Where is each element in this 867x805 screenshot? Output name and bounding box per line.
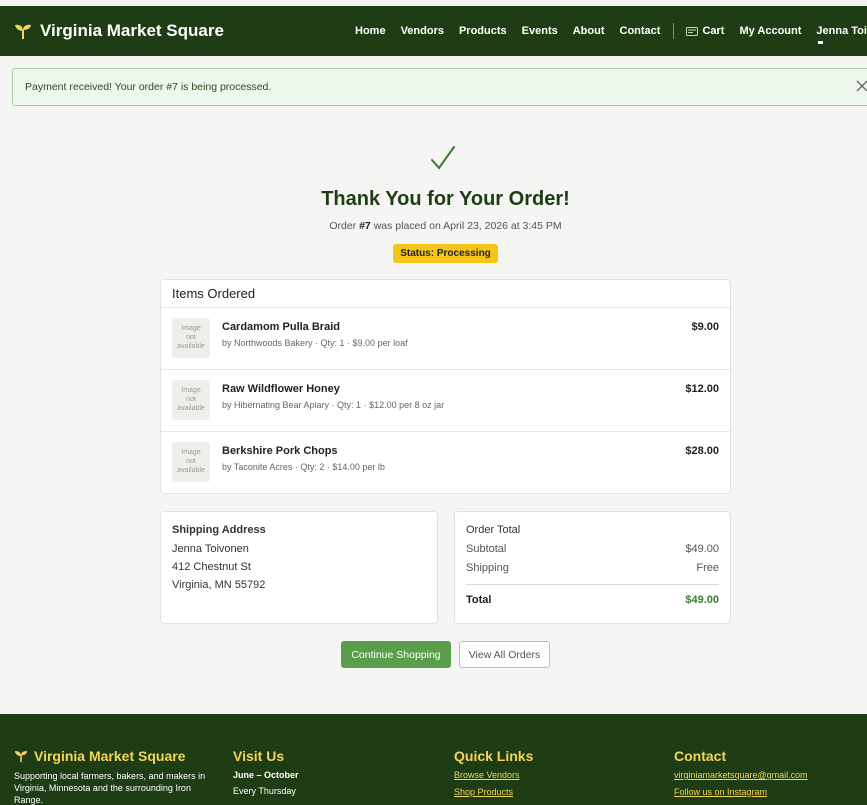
shipping-address-card: Shipping Address Jenna Toivonen 412 Ches…: [160, 511, 438, 624]
shipping-city: Virginia, MN 55792: [172, 579, 266, 591]
items-ordered-card: Items Ordered Image not available Cardam…: [160, 279, 731, 494]
footer-visit-day: Every Thursday: [233, 786, 296, 796]
order-item-row: Image not available Berkshire Pork Chops…: [161, 432, 730, 494]
cart-icon: [686, 26, 699, 36]
nav-about[interactable]: About: [573, 25, 605, 37]
subtotal-value: $49.00: [685, 543, 719, 555]
footer-email-link[interactable]: virginiamarketsquare@gmail.com: [674, 770, 864, 780]
order-prefix: Order: [329, 220, 360, 232]
nav-contact[interactable]: Contact: [620, 25, 661, 37]
footer: Virginia Market Square Supporting local …: [0, 714, 867, 805]
nav-home[interactable]: Home: [355, 25, 386, 37]
footer-about: Virginia Market Square Supporting local …: [14, 748, 214, 805]
total-divider: [466, 584, 719, 585]
shipping-street: 412 Chestnut St: [172, 561, 251, 573]
order-item-row: Image not available Raw Wildflower Honey…: [161, 370, 730, 432]
order-total-heading: Order Total: [466, 524, 521, 536]
shipping-row: Shipping Free: [466, 562, 719, 574]
footer-visit-season: June – October: [233, 770, 299, 780]
footer-visit: Visit Us June – October Every Thursday: [233, 748, 413, 797]
item-meta: by Northwoods Bakery · Qty: 1 · $9.00 pe…: [222, 338, 408, 348]
nav-events[interactable]: Events: [522, 25, 558, 37]
order-total-card: Order Total Subtotal $49.00 Shipping Fre…: [454, 511, 731, 624]
nav-products[interactable]: Products: [459, 25, 507, 37]
nav-cart-label: Cart: [702, 25, 725, 37]
item-name[interactable]: Cardamom Pulla Braid: [222, 321, 340, 333]
footer-instagram-link[interactable]: Follow us on Instagram: [674, 787, 864, 797]
shipping-name: Jenna Toivonen: [172, 543, 249, 555]
item-name[interactable]: Raw Wildflower Honey: [222, 383, 340, 395]
nav-vendors[interactable]: Vendors: [401, 25, 444, 37]
item-price: $9.00: [691, 321, 719, 333]
footer-brand: Virginia Market Square: [14, 748, 214, 764]
order-date: was placed on April 23, 2026 at 3:45 PM: [370, 220, 562, 232]
continue-shopping-button[interactable]: Continue Shopping: [341, 641, 451, 668]
brand-logo[interactable]: Virginia Market Square: [14, 21, 224, 41]
close-icon[interactable]: [855, 79, 867, 93]
nav-user-menu[interactable]: Jenna Toivonen: [816, 25, 867, 44]
total-label: Total: [466, 594, 492, 606]
footer-visit-heading: Visit Us: [233, 748, 285, 764]
alert-message: Payment received! Your order #7 is being…: [25, 81, 272, 93]
sprout-icon: [15, 24, 31, 39]
footer-links-heading: Quick Links: [454, 748, 534, 764]
item-meta: by Hibernating Bear Apiary · Qty: 1 · $1…: [222, 400, 445, 410]
brand-name: Virginia Market Square: [40, 21, 224, 40]
page-title: Thank You for Your Order!: [321, 188, 570, 210]
navbar: Virginia Market Square Home Vendors Prod…: [0, 6, 867, 56]
footer-link-products[interactable]: Shop Products: [454, 787, 634, 797]
checkmark-icon: [431, 146, 455, 170]
total-value: $49.00: [685, 594, 719, 606]
footer-quick-links: Quick Links Browse Vendors Shop Products: [454, 748, 634, 804]
item-name[interactable]: Berkshire Pork Chops: [222, 445, 338, 457]
total-row: Total $49.00: [466, 594, 719, 606]
nav-cart[interactable]: Cart: [686, 25, 724, 37]
sprout-icon: [14, 751, 28, 763]
order-summary-line: Order #7 was placed on April 23, 2026 at…: [0, 220, 867, 232]
order-item-row: Image not available Cardamom Pulla Braid…: [161, 308, 730, 370]
footer-about-text: Supporting local farmers, bakers, and ma…: [14, 771, 206, 805]
shipping-label: Shipping: [466, 562, 509, 574]
nav-my-account[interactable]: My Account: [739, 25, 801, 37]
view-all-orders-button[interactable]: View All Orders: [459, 641, 550, 668]
order-number: #7: [359, 220, 371, 232]
footer-contact-heading: Contact: [674, 748, 727, 764]
shipping-value: Free: [696, 562, 719, 574]
nav-divider: [673, 23, 675, 39]
status-badge: Status: Processing: [393, 244, 498, 263]
items-heading: Items Ordered: [161, 280, 730, 308]
item-price: $28.00: [685, 445, 719, 457]
item-image-placeholder: Image not available: [172, 442, 210, 482]
item-price: $12.00: [685, 383, 719, 395]
item-meta: by Taconite Acres · Qty: 2 · $14.00 per …: [222, 462, 385, 472]
footer-contact: Contact virginiamarketsquare@gmail.com F…: [674, 748, 864, 804]
item-image-placeholder: Image not available: [172, 318, 210, 358]
footer-link-vendors[interactable]: Browse Vendors: [454, 770, 634, 780]
shipping-heading: Shipping Address: [172, 524, 266, 536]
subtotal-row: Subtotal $49.00: [466, 543, 719, 555]
footer-brand-name: Virginia Market Square: [34, 748, 186, 764]
nav-links: Home Vendors Products Events About Conta…: [355, 6, 867, 56]
payment-success-alert: Payment received! Your order #7 is being…: [12, 68, 867, 106]
subtotal-label: Subtotal: [466, 543, 507, 555]
item-image-placeholder: Image not available: [172, 380, 210, 420]
